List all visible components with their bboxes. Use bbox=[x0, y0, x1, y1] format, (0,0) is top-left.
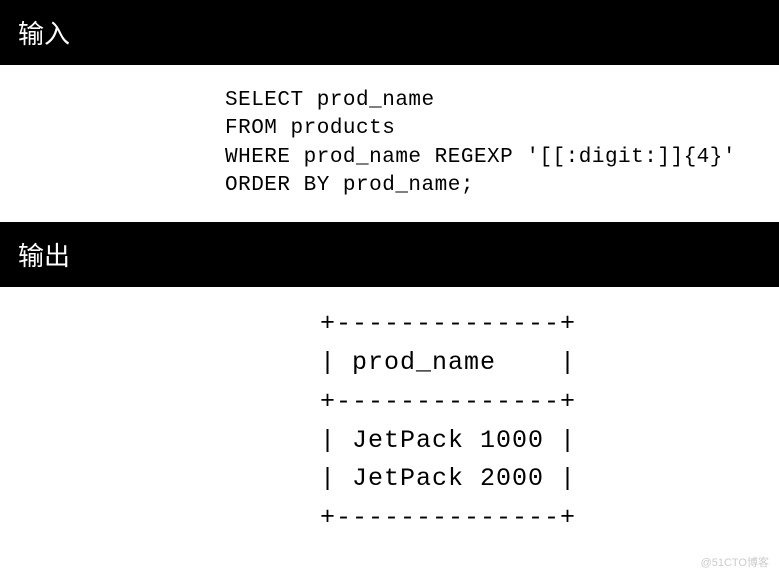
table-row: | JetPack 1000 | bbox=[320, 422, 779, 461]
watermark: @51CTO博客 bbox=[701, 554, 769, 570]
table-header-row: | prod_name | bbox=[320, 344, 779, 383]
output-label: 输出 bbox=[18, 241, 70, 271]
code-line: ORDER BY prod_name; bbox=[225, 172, 779, 200]
table-border: +--------------+ bbox=[320, 383, 779, 422]
code-line: WHERE prod_name REGEXP '[[:digit:]]{4}' bbox=[225, 144, 779, 172]
table-border: +--------------+ bbox=[320, 499, 779, 538]
code-line: FROM products bbox=[225, 115, 779, 143]
output-table-block: +--------------+ | prod_name | +--------… bbox=[0, 287, 779, 538]
input-header: 输入 bbox=[0, 0, 779, 65]
input-code-block: SELECT prod_name FROM products WHERE pro… bbox=[0, 65, 779, 222]
output-header: 输出 bbox=[0, 222, 779, 287]
table-border: +--------------+ bbox=[320, 305, 779, 344]
code-line: SELECT prod_name bbox=[225, 87, 779, 115]
input-label: 输入 bbox=[18, 19, 70, 49]
table-row: | JetPack 2000 | bbox=[320, 460, 779, 499]
